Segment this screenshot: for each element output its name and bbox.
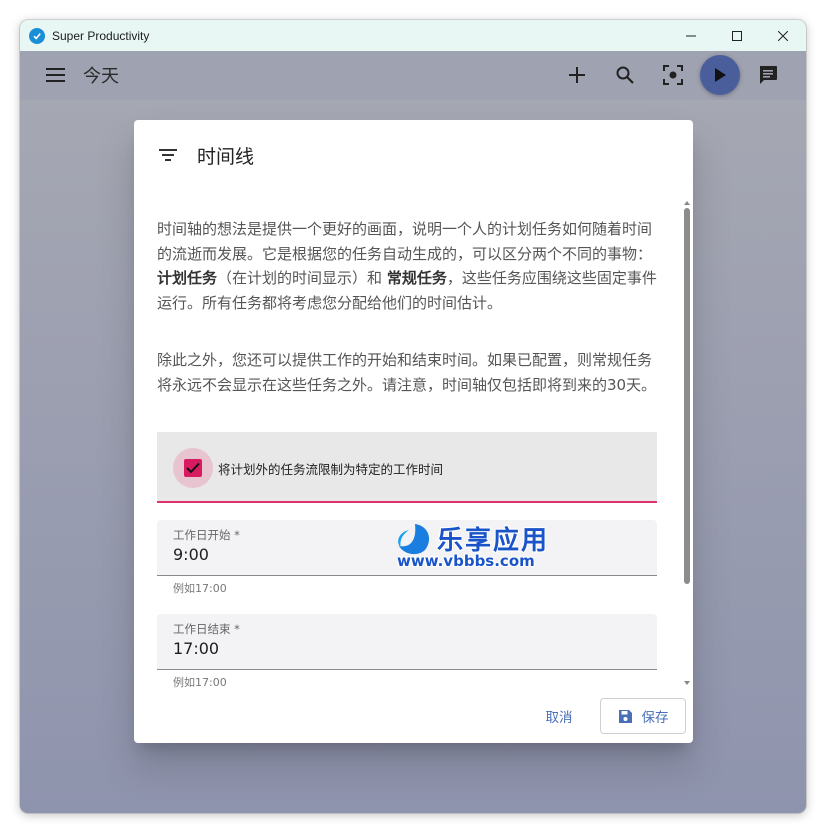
maximize-icon [732,30,742,41]
limit-work-hours-checkbox-field[interactable]: 将计划外的任务流限制为特定的工作时间 [157,432,657,503]
title-bar: Super Productivity [20,20,806,51]
add-task-button[interactable] [557,55,597,95]
work-end-hint: 例如17:00 [173,676,227,688]
close-icon [778,30,788,41]
watermark-logo-icon [398,524,430,555]
search-button[interactable] [605,55,645,95]
checkmark-icon [186,462,200,474]
work-start-label: 工作日开始 * [173,528,240,542]
work-end-label: 工作日结束 * [173,622,240,636]
maximize-button[interactable] [714,20,760,51]
save-button[interactable]: 保存 [600,698,686,734]
work-end-field[interactable]: 工作日结束 * 17:00 [157,614,657,670]
dialog-title: 时间线 [197,146,255,168]
app-window: Super Productivity 今天 时间线 时间轴的想法是提供一个更好的… [20,20,806,813]
menu-button[interactable] [46,67,66,87]
app-bar: 今天 [20,51,806,100]
watermark-url: www.vbbbs.com [397,552,535,570]
minimize-button[interactable] [668,20,714,51]
window-title: Super Productivity [52,28,150,43]
window-controls [668,20,806,51]
work-end-input[interactable]: 17:00 [173,639,219,658]
work-start-hint: 例如17:00 [173,582,227,595]
work-start-input[interactable]: 9:00 [173,545,209,564]
notes-button[interactable] [748,55,788,95]
filter-list-icon [159,147,177,166]
desktop: Super Productivity 今天 时间线 时间轴的想法是提供一个更好的… [0,0,826,833]
search-icon [616,66,634,84]
dialog-scrollbar[interactable] [682,200,693,688]
plus-icon [569,67,585,83]
work-hours-paragraph: 除此之外，您还可以提供工作的开始和结束时间。如果已配置，则常规任务将永远不会显示… [157,351,657,394]
page-title: 今天 [83,66,119,87]
dialog-header: 时间线 [134,120,693,190]
cancel-button[interactable]: 取消 [529,698,589,734]
scheduled-tasks-term: 计划任务 [157,269,218,287]
timeline-dialog: 时间线 时间轴的想法是提供一个更好的画面，说明一个人的计划任务如何随着时间的流逝… [134,120,693,743]
center-focus-icon [663,65,683,85]
save-label: 保存 [641,710,669,726]
comment-icon [760,66,777,84]
scroll-down-arrow-icon[interactable] [684,680,690,686]
save-icon [618,709,632,723]
checkbox-label: 将计划外的任务流限制为特定的工作时间 [218,462,444,477]
limit-work-hours-checkbox[interactable] [184,459,202,477]
minimize-icon [686,35,696,36]
watermark: 乐享应用 www.vbbbs.com [395,520,575,572]
scroll-up-arrow-icon[interactable] [684,200,690,206]
dialog-content: 时间轴的想法是提供一个更好的画面，说明一个人的计划任务如何随着时间的流逝而发展。… [134,200,682,688]
app-logo-icon [29,27,45,44]
play-icon [715,68,726,82]
close-button[interactable] [760,20,806,51]
regular-tasks-term: 常规任务 [386,269,447,287]
scroll-thumb[interactable] [684,208,690,584]
dialog-actions: 取消 保存 [134,698,693,738]
intro-paragraph: 时间轴的想法是提供一个更好的画面，说明一个人的计划任务如何随着时间的流逝而发展。… [157,220,657,312]
focus-mode-button[interactable] [653,55,693,95]
hamburger-menu-icon [46,68,65,82]
play-button[interactable] [700,55,740,95]
